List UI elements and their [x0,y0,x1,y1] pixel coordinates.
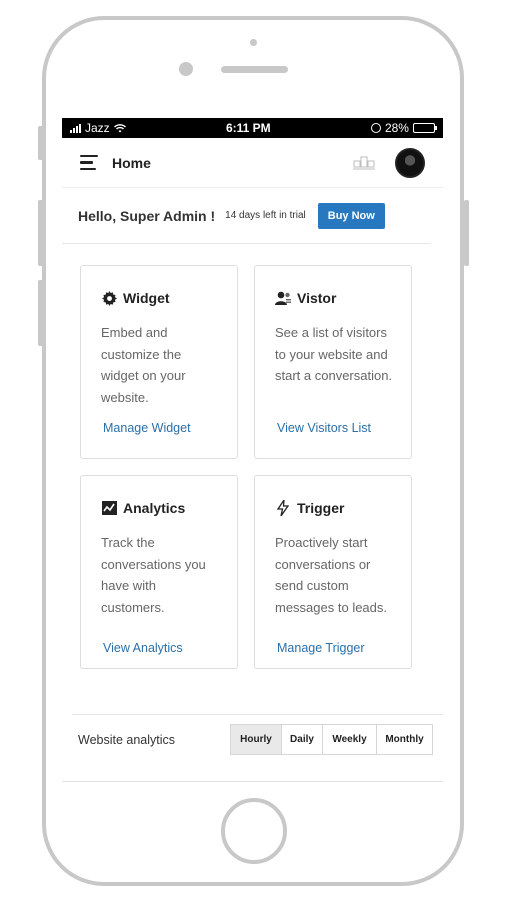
card-title: Widget [123,290,170,306]
tab-weekly[interactable]: Weekly [322,725,376,754]
phone-power-button [464,200,469,266]
status-bar: Jazz 6:11 PM 28% [62,118,443,138]
chat-brand-icon [353,156,375,169]
tab-daily[interactable]: Daily [281,725,322,754]
phone-home-button[interactable] [221,798,287,864]
top-bar: Home [62,138,443,188]
tab-monthly[interactable]: Monthly [376,725,432,754]
card-description: Track the conversations you have with cu… [101,535,206,615]
rotation-lock-icon [370,123,381,133]
card-visitor: Vistor See a list of visitors to your we… [254,265,412,459]
feature-cards: Widget Embed and customize the widget on… [80,265,412,669]
card-description: Embed and customize the widget on your w… [101,325,186,405]
carrier-name: Jazz [85,121,110,135]
analytics-icon [101,500,117,516]
card-widget: Widget Embed and customize the widget on… [80,265,238,459]
status-time: 6:11 PM [225,121,271,135]
card-title: Vistor [297,290,337,306]
app-screen: Jazz 6:11 PM 28% Home Hello, Super Admin… [62,118,443,782]
phone-sensor [250,39,257,46]
manage-trigger-link[interactable]: Manage Trigger [277,641,365,655]
signal-icon [70,123,81,133]
website-analytics-bar: Website analytics Hourly Daily Weekly Mo… [72,714,443,764]
battery-percent: 28% [384,121,409,135]
avatar[interactable] [395,147,425,178]
greeting-row: Hello, Super Admin ! 14 days left in tri… [62,188,431,244]
analytics-label: Website analytics [78,732,176,747]
card-analytics: Analytics Track the conversations you ha… [80,475,238,669]
view-visitors-link[interactable]: View Visitors List [277,421,371,435]
phone-speaker [221,66,288,73]
greeting-text: Hello, Super Admin ! [78,207,216,224]
card-description: Proactively start conversations or send … [275,535,388,615]
card-title: Trigger [297,500,345,516]
card-title: Analytics [123,500,186,516]
visitors-icon [275,290,291,306]
phone-front-camera [179,62,193,76]
view-analytics-link[interactable]: View Analytics [103,641,183,655]
lightning-icon [275,500,291,516]
period-toggle: Hourly Daily Weekly Monthly [230,724,433,755]
manage-widget-link[interactable]: Manage Widget [103,421,191,435]
page-title: Home [112,154,151,171]
tab-hourly[interactable]: Hourly [231,725,281,754]
buy-now-button[interactable]: Buy Now [317,202,385,229]
card-description: See a list of visitors to your website a… [275,325,393,383]
wifi-icon [113,123,126,132]
card-trigger: Trigger Proactively start conversations … [254,475,412,669]
battery-icon [412,123,437,133]
menu-icon[interactable] [80,154,98,171]
gear-icon [101,290,117,306]
trial-status: 14 days left in trial [225,210,306,221]
